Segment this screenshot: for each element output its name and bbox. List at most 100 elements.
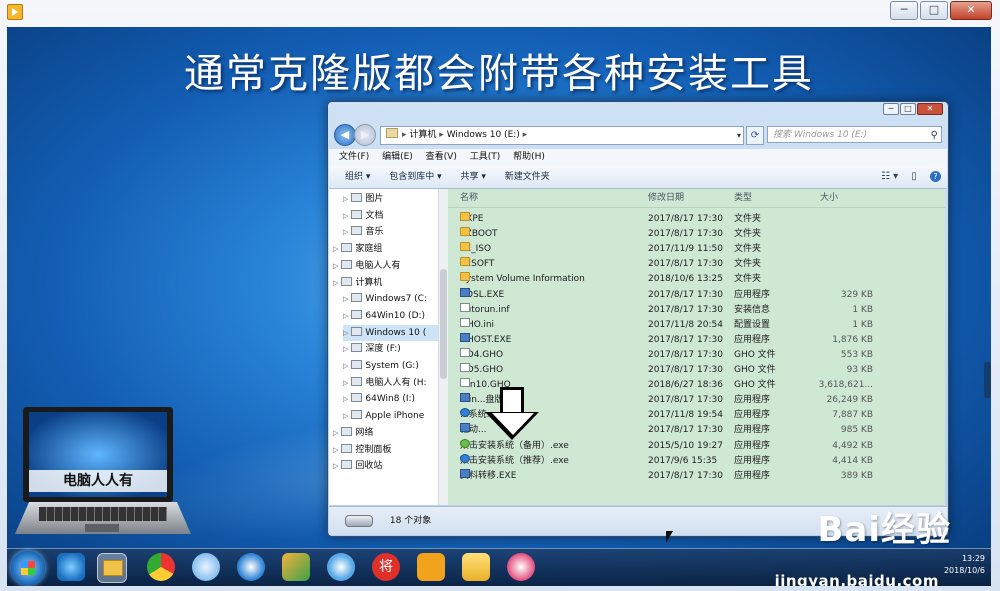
tree-item[interactable]: ▷ Windows 10 (	[343, 324, 447, 341]
tree-item[interactable]: ▷ 64Win8 (I:)	[343, 391, 447, 407]
tree-item[interactable]: ▷ 计算机	[333, 275, 443, 291]
side-scroll-tab[interactable]	[984, 362, 991, 398]
back-button[interactable]: ◀	[334, 124, 356, 146]
tree-item[interactable]: ▷ Windows7 (C:	[343, 291, 447, 307]
search-input[interactable]: 搜索 Windows 10 (E:) ⚲	[767, 126, 942, 143]
address-segment[interactable]: Windows 10 (E:)	[447, 130, 520, 140]
expand-arrow-icon[interactable]: ▷	[333, 429, 338, 437]
tree-item-label: 电脑人人有 (H:	[365, 377, 427, 388]
minimize-button[interactable]: ─	[890, 1, 918, 20]
tree-item[interactable]: ▷ 64Win10 (D:)	[343, 308, 447, 324]
address-bar[interactable]: ▸ 计算机 ▸ Windows 10 (E:) ▸ ▾	[380, 126, 744, 145]
tree-item[interactable]: ▷ Apple iPhone	[343, 408, 447, 424]
file-size: 26,249 KB	[826, 395, 873, 406]
expand-arrow-icon[interactable]: ▷	[333, 245, 338, 253]
share-button[interactable]: 共享 ▾	[461, 172, 486, 182]
column-name[interactable]: 名称	[460, 189, 478, 207]
ie-icon[interactable]	[57, 553, 85, 581]
file-row[interactable]: System Volume Information 2018/10/6 13:25…	[448, 272, 945, 287]
chevron-down-icon[interactable]: ▾	[737, 127, 741, 144]
expand-arrow-icon[interactable]: ▷	[343, 362, 348, 370]
file-row[interactable]: HD5.GHO 2017/8/17 17:30 GHO 文件 93 KB	[448, 363, 945, 378]
media-player-icon[interactable]	[417, 553, 445, 581]
expand-arrow-icon[interactable]: ▷	[343, 379, 348, 387]
explorer-maximize-button[interactable]: □	[900, 103, 916, 115]
folder-app-icon[interactable]	[462, 553, 490, 581]
preview-pane-icon[interactable]: ▯	[911, 171, 917, 182]
expand-arrow-icon[interactable]: ▷	[343, 295, 348, 303]
menu-help[interactable]: 帮助(H)	[513, 152, 545, 162]
menu-file[interactable]: 文件(F)	[339, 152, 369, 162]
start-button[interactable]	[11, 551, 45, 585]
file-row[interactable]: PE_ISO 2017/11/9 11:50 文件夹	[448, 242, 945, 257]
scrollbar-thumb[interactable]	[440, 269, 447, 379]
expand-arrow-icon[interactable]: ▷	[343, 395, 348, 403]
expand-arrow-icon[interactable]: ▷	[343, 212, 348, 220]
search-icon[interactable]: ⚲	[931, 127, 938, 144]
file-row[interactable]: PESOFT 2017/8/17 17:30 文件夹	[448, 257, 945, 272]
expand-arrow-icon[interactable]: ▷	[333, 462, 338, 470]
browser-icon[interactable]	[237, 553, 265, 581]
menu-view[interactable]: 查看(V)	[426, 152, 457, 162]
tree-item[interactable]: ▷ 图片	[343, 191, 447, 207]
expand-arrow-icon[interactable]: ▷	[343, 195, 348, 203]
explorer-minimize-button[interactable]: ─	[883, 103, 899, 115]
game-icon[interactable]: 将	[372, 553, 400, 581]
clock-date[interactable]: 2018/10/6	[944, 565, 985, 577]
menu-tools[interactable]: 工具(T)	[470, 152, 501, 162]
clock-time[interactable]: 13:29	[944, 553, 985, 565]
network-app-icon[interactable]	[192, 553, 220, 581]
expand-arrow-icon[interactable]: ▷	[333, 279, 338, 287]
address-segment[interactable]: 计算机	[409, 130, 436, 140]
character-app-icon[interactable]	[507, 553, 535, 581]
pinwheel-icon[interactable]	[327, 553, 355, 581]
tree-item[interactable]: ▷ 深度 (F:)	[343, 341, 447, 357]
expand-arrow-icon[interactable]: ▷	[343, 228, 348, 236]
expand-arrow-icon[interactable]: ▷	[343, 412, 348, 420]
file-row[interactable]: 双击安装系统（备用）.exe 2015/5/10 19:27 应用程序 4,492 K…	[448, 438, 945, 454]
file-row[interactable]: 资料转移.EXE 2017/8/17 17:30 应用程序 389 KB	[448, 468, 945, 484]
file-row[interactable]: EZBOOT 2017/8/17 17:30 文件夹	[448, 227, 945, 242]
explorer-close-button[interactable]: ✕	[917, 103, 943, 115]
explorer-taskbar-icon[interactable]	[97, 553, 127, 583]
chrome-icon[interactable]	[147, 553, 175, 581]
help-icon[interactable]: ?	[930, 170, 941, 182]
organize-button[interactable]: 组织 ▾	[345, 172, 370, 182]
player-app-icon[interactable]	[7, 4, 23, 20]
include-in-library-button[interactable]: 包含到库中 ▾	[389, 172, 441, 182]
expand-arrow-icon[interactable]: ▷	[343, 329, 348, 337]
refresh-button[interactable]: ⟳	[746, 126, 764, 145]
tree-item[interactable]: ▷ 控制面板	[333, 442, 443, 458]
tree-item-icon	[351, 309, 363, 319]
column-date[interactable]: 修改日期	[648, 189, 684, 207]
close-button[interactable]: ✕	[950, 1, 992, 20]
tree-item[interactable]: ▷ System (G:)	[343, 358, 447, 374]
expand-arrow-icon[interactable]: ▷	[343, 312, 348, 320]
navigation-scrollbar[interactable]	[438, 189, 448, 505]
tree-item[interactable]: ▷ 家庭组	[333, 241, 443, 257]
file-row[interactable]: AXPE 2017/8/17 17:30 文件夹	[448, 212, 945, 227]
file-row[interactable]: GHOST.EXE 2017/8/17 17:30 应用程序 1,876 KB	[448, 332, 945, 348]
expand-arrow-icon[interactable]: ▷	[343, 345, 348, 353]
file-row[interactable]: GHO.ini 2017/11/8 20:54 配置设置 1 KB	[448, 317, 945, 333]
file-row[interactable]: ADSL.EXE 2017/8/17 17:30 应用程序 329 KB	[448, 287, 945, 303]
expand-arrow-icon[interactable]: ▷	[333, 262, 338, 270]
tree-item[interactable]: ▷ 网络	[333, 425, 443, 441]
tree-item[interactable]: ▷ 文档	[343, 208, 447, 224]
expand-arrow-icon[interactable]: ▷	[333, 446, 338, 454]
paint-icon[interactable]	[282, 553, 310, 581]
tree-item[interactable]: ▷ 电脑人人有 (H:	[343, 375, 447, 391]
file-row[interactable]: HD4.GHO 2017/8/17 17:30 GHO 文件 553 KB	[448, 347, 945, 363]
tree-item[interactable]: ▷ 电脑人人有	[333, 258, 443, 274]
menu-edit[interactable]: 编辑(E)	[382, 152, 413, 162]
tree-item[interactable]: ▷ 音乐	[343, 224, 447, 240]
tree-item[interactable]: ▷ 回收站	[333, 458, 443, 474]
view-options-icon[interactable]: ☷ ▾	[881, 171, 898, 182]
maximize-button[interactable]: □	[920, 1, 948, 20]
column-type[interactable]: 类型	[734, 189, 752, 207]
column-size[interactable]: 大小	[820, 189, 838, 207]
forward-button[interactable]: ▶	[354, 124, 376, 146]
file-row[interactable]: autorun.inf 2017/8/17 17:30 安装信息 1 KB	[448, 302, 945, 318]
file-row[interactable]: 双击安装系统（推荐）.exe 2017/9/6 15:35 应用程序 4,414 KB	[448, 453, 945, 469]
new-folder-button[interactable]: 新建文件夹	[505, 172, 550, 182]
